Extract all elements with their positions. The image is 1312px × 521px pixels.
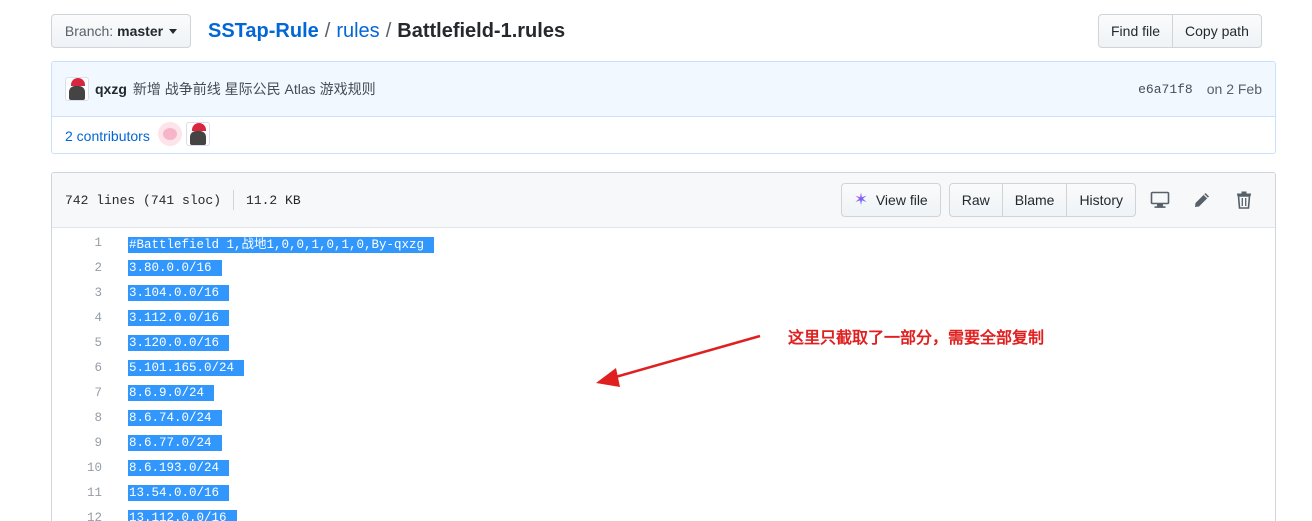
raw-blame-history-group: Raw Blame History — [948, 183, 1136, 217]
line-text: 8.6.193.0/24 — [128, 459, 230, 476]
line-content: 13.112.0.0/16 — [128, 509, 237, 521]
view-file-label: View file — [875, 192, 928, 208]
sparkle-icon — [854, 190, 870, 210]
line-number[interactable]: 2 — [52, 261, 102, 275]
view-file-button[interactable]: View file — [840, 183, 941, 217]
commit-message-link[interactable]: 新增 战争前线 星际公民 Atlas 游戏规则 — [133, 79, 376, 99]
line-number[interactable]: 6 — [52, 361, 102, 375]
copy-path-button[interactable]: Copy path — [1172, 14, 1262, 48]
commit-author-link[interactable]: qxzg — [95, 81, 127, 97]
line-content: 8.6.9.0/24 — [128, 384, 215, 401]
file-lines-info: 742 lines (741 sloc) — [65, 192, 222, 208]
avatar[interactable] — [185, 122, 210, 146]
line-content: 13.54.0.0/16 — [128, 484, 230, 501]
line-content: 3.120.0.0/16 — [128, 334, 230, 351]
code-line: 5 3.120.0.0/16 — [52, 330, 1275, 355]
file-info: 742 lines (741 sloc) 11.2 KB — [65, 190, 301, 210]
code-line: 11 13.54.0.0/16 — [52, 480, 1275, 505]
line-content: #Battlefield 1,战地1,0,0,1,0,1,0,By-qxzg — [128, 233, 435, 253]
line-number[interactable]: 5 — [52, 336, 102, 350]
line-number[interactable]: 3 — [52, 286, 102, 300]
line-text: 8.6.77.0/24 — [128, 434, 222, 451]
history-button[interactable]: History — [1066, 183, 1136, 217]
code-line: 2 3.80.0.0/16 — [52, 255, 1275, 280]
line-text: 5.101.165.0/24 — [128, 359, 245, 376]
commit-date: on 2 Feb — [1206, 81, 1262, 97]
line-number[interactable]: 1 — [52, 236, 102, 250]
file-actions: View file Raw Blame History — [840, 183, 1262, 217]
code-line: 8 8.6.74.0/24 — [52, 405, 1275, 430]
annotation-text: 这里只截取了一部分，需要全部复制 — [788, 328, 1045, 347]
avatar[interactable] — [157, 122, 182, 146]
file-header: 742 lines (741 sloc) 11.2 KB View file R… — [52, 173, 1275, 228]
breadcrumb-dir-link[interactable]: rules — [336, 20, 379, 42]
breadcrumb-filename: Battlefield-1.rules — [397, 20, 566, 42]
caret-down-icon — [169, 28, 178, 34]
line-text: 3.112.0.0/16 — [128, 309, 230, 326]
commit-box: qxzg 新增 战争前线 星际公民 Atlas 游戏规则 e6a71f8 on … — [51, 61, 1276, 154]
line-content: 5.101.165.0/24 — [128, 359, 245, 376]
line-text: 8.6.9.0/24 — [128, 384, 215, 401]
line-text: 3.80.0.0/16 — [128, 259, 222, 276]
branch-select-button[interactable]: Branch: master — [51, 14, 191, 48]
line-content: 3.104.0.0/16 — [128, 284, 230, 301]
line-text: 8.6.74.0/24 — [128, 409, 222, 426]
code-line: 1 #Battlefield 1,战地1,0,0,1,0,1,0,By-qxzg — [52, 230, 1275, 255]
line-text: 13.112.0.0/16 — [128, 509, 237, 521]
breadcrumb-repo-link[interactable]: SSTap-Rule — [208, 20, 319, 42]
find-file-button[interactable]: Find file — [1098, 14, 1174, 48]
file-size: 11.2 KB — [246, 192, 301, 208]
line-number[interactable]: 12 — [52, 511, 102, 521]
blame-button[interactable]: Blame — [1001, 183, 1068, 217]
commit-meta: e6a71f8 on 2 Feb — [1138, 81, 1262, 97]
file-navigation: Find file Copy path — [1098, 14, 1262, 48]
branch-value: master — [117, 23, 164, 39]
breadcrumb: SSTap-Rule / rules / Battlefield-1.rules — [208, 19, 565, 43]
code-view[interactable]: 1 #Battlefield 1,战地1,0,0,1,0,1,0,By-qxzg 2… — [52, 228, 1275, 521]
code-line: 4 3.112.0.0/16 — [52, 305, 1275, 330]
code-line: 10 8.6.193.0/24 — [52, 455, 1275, 480]
line-content: 8.6.77.0/24 — [128, 434, 222, 451]
pencil-icon[interactable] — [1184, 185, 1220, 215]
breadcrumb-separator: / — [324, 20, 331, 42]
code-line: 6 5.101.165.0/24 — [52, 355, 1275, 380]
line-content: 3.80.0.0/16 — [128, 259, 222, 276]
trash-icon[interactable] — [1226, 185, 1262, 215]
line-number[interactable]: 4 — [52, 311, 102, 325]
branch-label: Branch: — [64, 23, 114, 39]
line-content: 8.6.193.0/24 — [128, 459, 230, 476]
commit-sha-link[interactable]: e6a71f8 — [1138, 82, 1193, 97]
code-line: 9 8.6.77.0/24 — [52, 430, 1275, 455]
line-number[interactable]: 8 — [52, 411, 102, 425]
contributors-link[interactable]: 2 contributors — [65, 128, 150, 144]
line-number[interactable]: 11 — [52, 486, 102, 500]
raw-button[interactable]: Raw — [948, 183, 1003, 217]
line-content: 8.6.74.0/24 — [128, 409, 222, 426]
line-number[interactable]: 9 — [52, 436, 102, 450]
contributor-avatars — [157, 122, 214, 149]
line-text: 3.104.0.0/16 — [128, 284, 230, 301]
divider — [233, 190, 235, 210]
line-text: #Battlefield 1,战地1,0,0,1,0,1,0,By-qxzg — [128, 237, 435, 253]
contributors-row: 2 contributors — [52, 117, 1275, 153]
code-line: 12 13.112.0.0/16 — [52, 505, 1275, 521]
line-number[interactable]: 10 — [52, 461, 102, 475]
commit-tease: qxzg 新增 战争前线 星际公民 Atlas 游戏规则 e6a71f8 on … — [52, 62, 1275, 117]
code-line: 7 8.6.9.0/24 — [52, 380, 1275, 405]
code-line: 3 3.104.0.0/16 — [52, 280, 1275, 305]
line-content: 3.112.0.0/16 — [128, 309, 230, 326]
line-text: 3.120.0.0/16 — [128, 334, 230, 351]
line-number[interactable]: 7 — [52, 386, 102, 400]
file-box: 742 lines (741 sloc) 11.2 KB View file R… — [51, 172, 1276, 521]
avatar[interactable] — [65, 77, 89, 101]
line-text: 13.54.0.0/16 — [128, 484, 230, 501]
breadcrumb-separator: / — [385, 20, 392, 42]
desktop-icon[interactable] — [1142, 185, 1178, 215]
